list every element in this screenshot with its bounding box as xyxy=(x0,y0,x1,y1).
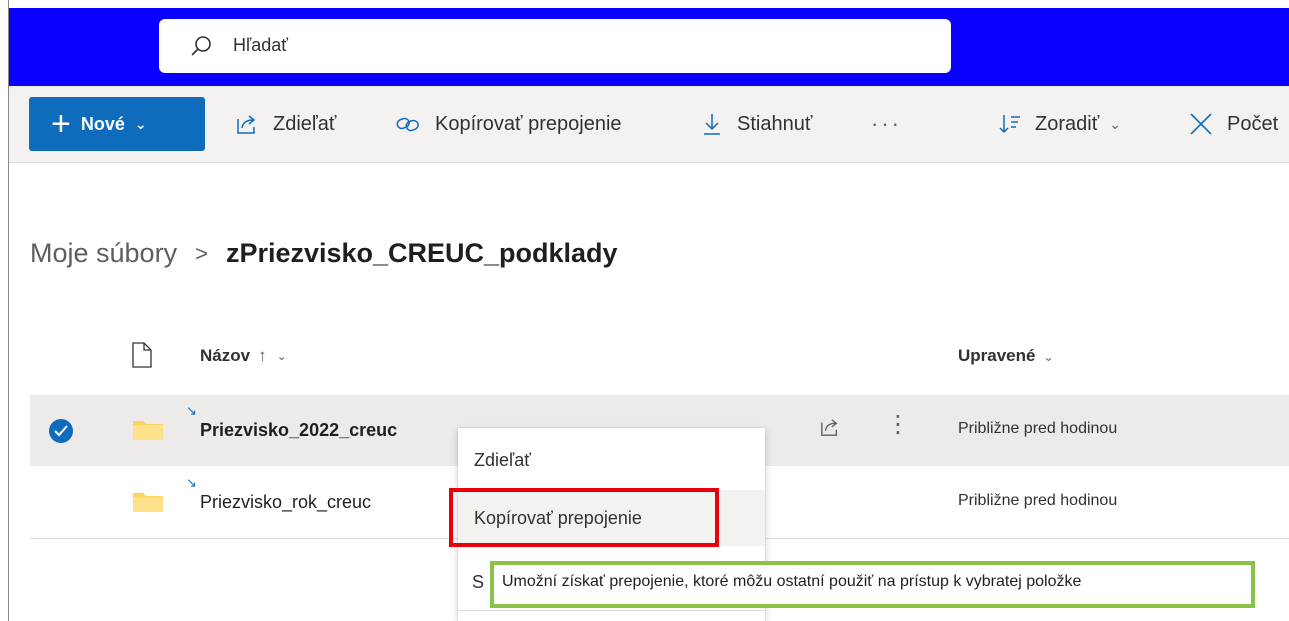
new-button-label: Nové xyxy=(80,113,125,134)
menu-divider xyxy=(458,610,765,611)
highlight-annotation xyxy=(449,488,719,547)
sort-ascending-icon: ↑ xyxy=(258,346,267,365)
chevron-down-icon: ⌄ xyxy=(1109,115,1121,132)
context-menu-share[interactable]: Zdieľať xyxy=(458,432,765,488)
column-header-modified-label: Upravené xyxy=(958,346,1036,365)
copy-link-button-label: Kopírovať prepojenie xyxy=(435,112,622,135)
selection-count-button[interactable]: Počet xyxy=(1189,97,1278,151)
tooltip: Umožní získať prepojenie, ktoré môžu ost… xyxy=(490,561,1255,608)
row-checkbox[interactable] xyxy=(49,419,73,443)
close-icon xyxy=(1190,113,1212,135)
shared-indicator-icon: ↘ xyxy=(186,475,197,490)
download-icon xyxy=(704,114,720,135)
breadcrumb-separator: > xyxy=(195,240,208,266)
breadcrumb: Moje súbory > zPriezvisko_CREUC_podklady xyxy=(30,238,618,269)
selection-count-label: Počet xyxy=(1227,112,1279,135)
page-title: zPriezvisko_CREUC_podklady xyxy=(225,238,618,268)
sort-button[interactable]: Zoradiť ⌄ xyxy=(999,97,1121,151)
shared-indicator-icon: ↘ xyxy=(186,403,197,418)
command-bar: + Nové ⌄ Zdieľať Kopírovať prepojenie St… xyxy=(9,86,1289,163)
app-header: Hľadať xyxy=(9,8,1289,86)
link-icon xyxy=(396,117,419,132)
tooltip-text: Umožní získať prepojenie, ktoré môžu ost… xyxy=(502,573,1082,590)
context-menu-share-label: Zdieľať xyxy=(474,450,532,470)
share-icon xyxy=(237,115,256,134)
share-icon xyxy=(821,419,838,436)
folder-icon xyxy=(132,417,164,441)
context-menu-item-label: S xyxy=(472,572,485,592)
search-input[interactable]: Hľadať xyxy=(233,35,288,56)
checkmark-icon xyxy=(54,425,68,437)
folder-icon xyxy=(132,489,164,513)
chevron-down-icon: ⌄ xyxy=(134,115,147,132)
modified-date: Približne pred hodinou xyxy=(958,492,1118,509)
more-commands-button[interactable]: ··· xyxy=(871,111,902,137)
breadcrumb-root-link[interactable]: Moje súbory xyxy=(30,238,177,269)
new-button[interactable]: + Nové ⌄ xyxy=(29,97,205,151)
download-button[interactable]: Stiahnuť xyxy=(701,97,812,151)
search-icon xyxy=(189,34,213,58)
download-button-label: Stiahnuť xyxy=(737,112,813,135)
sort-icon xyxy=(999,115,1020,134)
plus-icon: + xyxy=(51,105,71,143)
chevron-down-icon: ⌄ xyxy=(1043,350,1054,364)
file-name-link[interactable]: Priezvisko_rok_creuc xyxy=(200,492,371,513)
share-button[interactable]: Zdieľať xyxy=(235,97,336,151)
row-share-button[interactable] xyxy=(819,417,841,442)
share-button-label: Zdieľať xyxy=(273,112,337,135)
search-box[interactable]: Hľadať xyxy=(159,19,951,73)
copy-link-button[interactable]: Kopírovať prepojenie xyxy=(395,97,622,151)
file-icon xyxy=(132,342,152,373)
column-header-modified[interactable]: Upravené ⌄ xyxy=(958,346,1054,366)
file-name-link[interactable]: Priezvisko_2022_creuc xyxy=(200,420,397,441)
column-header-name[interactable]: Názov ↑ ⌄ xyxy=(200,346,287,366)
column-header-name-label: Názov xyxy=(200,346,251,365)
modified-date: Približne pred hodinou xyxy=(958,420,1118,437)
sort-button-label: Zoradiť xyxy=(1035,112,1100,135)
more-vertical-icon[interactable]: ⋮ xyxy=(886,413,910,437)
chevron-down-icon: ⌄ xyxy=(276,349,287,363)
